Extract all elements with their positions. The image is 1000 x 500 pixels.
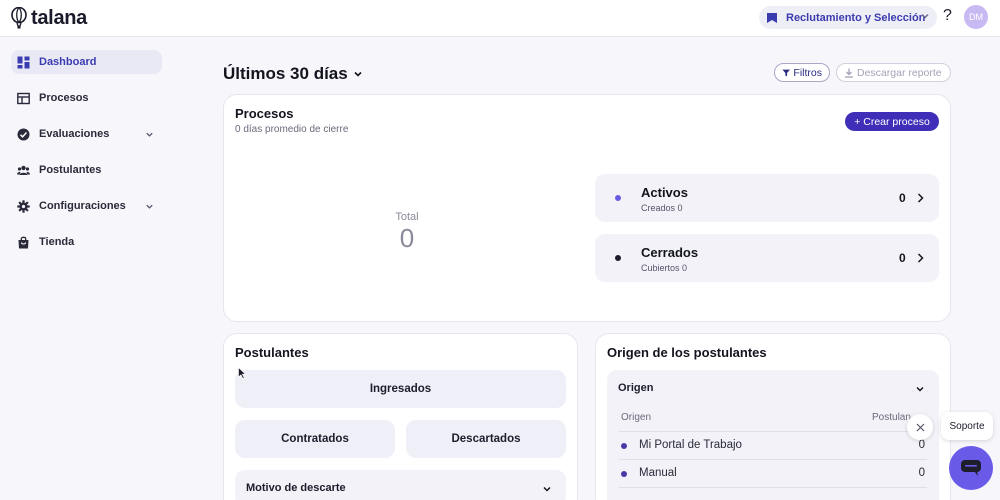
logo-text: talana: [31, 6, 88, 29]
stat-sub: Cubiertos 0: [641, 263, 688, 273]
accordion-label: Motivo de descarte: [246, 482, 346, 494]
download-label: Descargar reporte: [857, 66, 942, 79]
stat-count: 0: [899, 251, 906, 265]
support-chat-button[interactable]: [949, 446, 993, 490]
ingresados-pill[interactable]: Ingresados: [235, 370, 566, 408]
total-label: Total: [395, 211, 419, 223]
accordion-label[interactable]: Origen: [618, 382, 653, 394]
chevron-down-icon[interactable]: [915, 384, 925, 394]
support-label[interactable]: Soporte: [941, 412, 993, 440]
origin-dot: [621, 471, 627, 477]
sidebar-item-tienda[interactable]: Tienda: [11, 230, 162, 254]
chevron-right-icon: [917, 253, 924, 263]
stat-sub: Creados 0: [641, 203, 683, 213]
module-label: Reclutamiento y Selección: [786, 11, 926, 24]
chevron-down-icon: [354, 71, 362, 77]
download-report-button[interactable]: Descargar reporte: [836, 63, 951, 82]
filter-label: Filtros: [793, 66, 822, 79]
bookmark-icon: [767, 12, 777, 23]
divider: [619, 487, 927, 488]
close-support-button[interactable]: [907, 414, 933, 440]
close-icon: [916, 423, 924, 431]
check-circle-icon: [17, 128, 30, 140]
gear-icon: [17, 199, 30, 213]
period-title: Últimos 30 días: [223, 64, 348, 83]
table-icon: [17, 92, 30, 104]
talana-logo[interactable]: talana: [10, 5, 87, 31]
origin-label: Mi Portal de Trabajo: [639, 439, 742, 451]
chat-icon: [961, 460, 981, 476]
top-header: talana Reclutamiento y Selección ? DM: [0, 0, 1000, 37]
divider: [619, 431, 927, 432]
count-column-header: Postulan: [872, 412, 911, 423]
sidebar-item-label: Dashboard: [39, 56, 97, 68]
origin-dot: [621, 443, 627, 449]
sidebar-item-procesos[interactable]: Procesos: [11, 86, 162, 110]
sidebar-item-configuraciones[interactable]: Configuraciones: [11, 194, 162, 218]
contratados-pill[interactable]: Contratados: [235, 420, 395, 458]
origin-value: 0: [918, 467, 925, 479]
sidebar-item-label: Procesos: [39, 92, 89, 104]
funnel-icon: [782, 69, 790, 76]
origin-value: 0: [918, 439, 925, 451]
table-row: Manual 0: [621, 464, 927, 484]
status-dot: [615, 255, 621, 261]
procesos-subtitle: 0 días promedio de cierre: [235, 124, 349, 135]
origin-label: Manual: [639, 467, 677, 479]
stat-row-cerrados[interactable]: Cerrados Cubiertos 0 0: [595, 234, 939, 282]
balloon-icon: [11, 7, 27, 29]
stat-count: 0: [899, 191, 906, 205]
shopping-bag-icon: [18, 236, 29, 248]
origin-column-header: Origen: [621, 412, 652, 423]
stat-name: Activos: [641, 185, 688, 200]
chevron-right-icon: [917, 193, 924, 203]
total-value: 0: [399, 223, 415, 253]
descartados-pill[interactable]: Descartados: [406, 420, 566, 458]
procesos-title: Procesos: [235, 106, 294, 121]
filter-button[interactable]: Filtros: [774, 63, 830, 82]
sidebar-item-label: Postulantes: [39, 164, 102, 176]
user-avatar[interactable]: DM: [964, 5, 988, 29]
mouse-cursor-icon: [238, 367, 246, 379]
chevron-down-icon: [146, 132, 153, 137]
sidebar-item-label: Configuraciones: [39, 200, 126, 212]
sidebar-item-postulantes[interactable]: Postulantes: [11, 158, 162, 182]
status-dot: [615, 195, 621, 201]
module-switcher[interactable]: Reclutamiento y Selección: [759, 6, 937, 29]
origen-title: Origen de los postulantes: [607, 345, 767, 360]
stat-row-activos[interactable]: Activos Creados 0 0: [595, 174, 939, 222]
period-selector[interactable]: Últimos 30 días: [223, 64, 363, 84]
sidebar-item-evaluaciones[interactable]: Evaluaciones: [11, 122, 162, 146]
postulantes-title: Postulantes: [235, 345, 309, 360]
sidebar-item-label: Tienda: [39, 236, 75, 248]
create-process-button[interactable]: + Crear proceso: [845, 112, 939, 131]
sidebar-item-label: Evaluaciones: [39, 128, 110, 140]
users-icon: [17, 165, 30, 175]
stat-name: Cerrados: [641, 245, 699, 260]
table-row: Mi Portal de Trabajo 0: [621, 436, 927, 456]
chevron-down-icon: [146, 204, 153, 209]
divider: [619, 459, 927, 460]
chevron-down-icon: [921, 14, 929, 19]
sidebar-item-dashboard[interactable]: Dashboard: [11, 50, 162, 74]
sidebar: Dashboard Procesos Evaluaciones Postulan…: [0, 37, 210, 500]
dashboard-icon: [17, 56, 30, 68]
help-button[interactable]: ?: [943, 7, 952, 25]
download-icon: [845, 68, 853, 78]
chevron-down-icon: [543, 486, 551, 492]
motivo-descarte-accordion[interactable]: Motivo de descarte: [235, 470, 566, 500]
